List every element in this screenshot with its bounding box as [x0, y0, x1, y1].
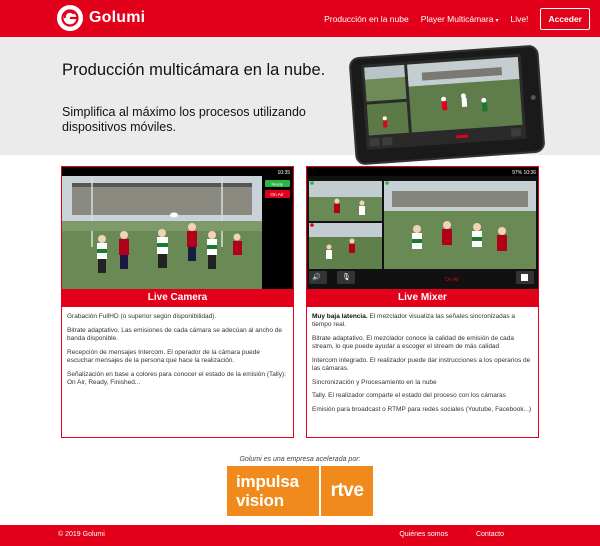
footer-links: Quiénes somos Contacto: [399, 531, 504, 538]
microphone-icon[interactable]: 🎙: [342, 273, 351, 281]
tablet-screen: [360, 53, 527, 150]
brand-name: Golumi: [89, 9, 146, 26]
nav-link-live[interactable]: Live!: [510, 14, 528, 24]
caret-down-icon: ▾: [495, 18, 499, 24]
live-mixer-screenshot: 97% 10:36 On Air 🔊 🎙: [307, 167, 538, 289]
feature-item: Sincronización y Procesamiento en la nub…: [312, 378, 437, 386]
rugby-mixer-image: 97% 10:36 On Air: [307, 167, 538, 289]
top-navbar: Golumi Producción en la nube Player Mult…: [0, 0, 600, 37]
feature-item: Muy baja latencia. El mezclador visualiz…: [312, 313, 532, 329]
tablet-screen-image: [360, 53, 527, 150]
footer-copyright: © 2019 Golumi: [58, 531, 105, 538]
live-camera-card: On Air Ready 10:35 Live Camera Grabación…: [61, 166, 294, 438]
golumi-logo-icon: [57, 5, 83, 31]
on-air-tally: On Air: [270, 192, 284, 198]
feature-item: Grabación FullHD (o superior según dispo…: [67, 313, 217, 320]
tablet-illustration: [348, 44, 546, 166]
feature-item: Señalización en base a colores para cono…: [67, 370, 286, 386]
nav-link-produccion[interactable]: Producción en la nube: [324, 14, 409, 24]
feature-item: Recepción de mensajes Intercom. El opera…: [67, 348, 260, 364]
footer: © 2019 Golumi Quiénes somos Contacto: [0, 525, 600, 546]
feature-item: Emisión para broadcast o RTMP para redes…: [312, 406, 532, 414]
nav-link-player-multicamara[interactable]: Player Multicámara ▾: [421, 14, 499, 24]
live-camera-description: Grabación FullHD (o superior según dispo…: [67, 313, 287, 392]
feature-item: Intercom integrado. El realizador puede …: [312, 356, 531, 373]
brand-logo[interactable]: Golumi: [57, 5, 145, 31]
mixer-on-air: On Air: [445, 277, 459, 283]
live-camera-title: Live Camera: [62, 289, 293, 307]
footer-link-quienes-somos[interactable]: Quiénes somos: [399, 531, 448, 538]
feature-item: Tally. El realizador comparte el estado …: [312, 392, 506, 400]
footer-link-contacto[interactable]: Contacto: [476, 531, 504, 538]
live-camera-screenshot: On Air Ready 10:35: [62, 167, 293, 289]
live-mixer-card: 97% 10:36 On Air 🔊 🎙 Live Mixer Muy baja…: [306, 166, 539, 438]
feature-highlight: Muy baja latencia.: [312, 313, 368, 320]
feature-item: Bitrate adaptativo. El mezclador conoce …: [312, 334, 514, 351]
rugby-camera-image: On Air Ready 10:35: [62, 167, 293, 289]
impulsa-vision-logo[interactable]: impulsa vision: [227, 466, 319, 516]
mixer-status-bar: 97% 10:36: [512, 170, 536, 176]
hero-title: Producción multicámara en la nube.: [62, 61, 326, 79]
live-mixer-title: Live Mixer: [307, 289, 538, 307]
hero-subtitle: Simplifica al máximo los procesos utiliz…: [62, 105, 306, 134]
nav-link-label: Player Multicámara: [420, 14, 494, 24]
camera-time: 10:35: [277, 170, 290, 176]
nav-links: Producción en la nube Player Multicámara…: [312, 8, 590, 30]
stop-icon[interactable]: [521, 274, 528, 281]
speaker-icon[interactable]: 🔊: [312, 273, 321, 281]
live-mixer-description: Muy baja latencia. El mezclador visualiz…: [312, 313, 532, 420]
acceder-button[interactable]: Acceder: [540, 8, 590, 30]
ready-tally: Ready: [272, 183, 283, 187]
rtve-logo[interactable]: rtve: [321, 466, 373, 516]
vision-line: vision: [236, 491, 284, 510]
feature-item: Bitrate adaptativo. Las emisiones de cad…: [67, 326, 282, 342]
hero-section: Producción multicámara en la nube. Simpl…: [0, 37, 600, 166]
partner-caption: Golumi es una empresa acelerada por:: [239, 456, 361, 463]
impulsa-line: impulsa: [236, 472, 299, 491]
